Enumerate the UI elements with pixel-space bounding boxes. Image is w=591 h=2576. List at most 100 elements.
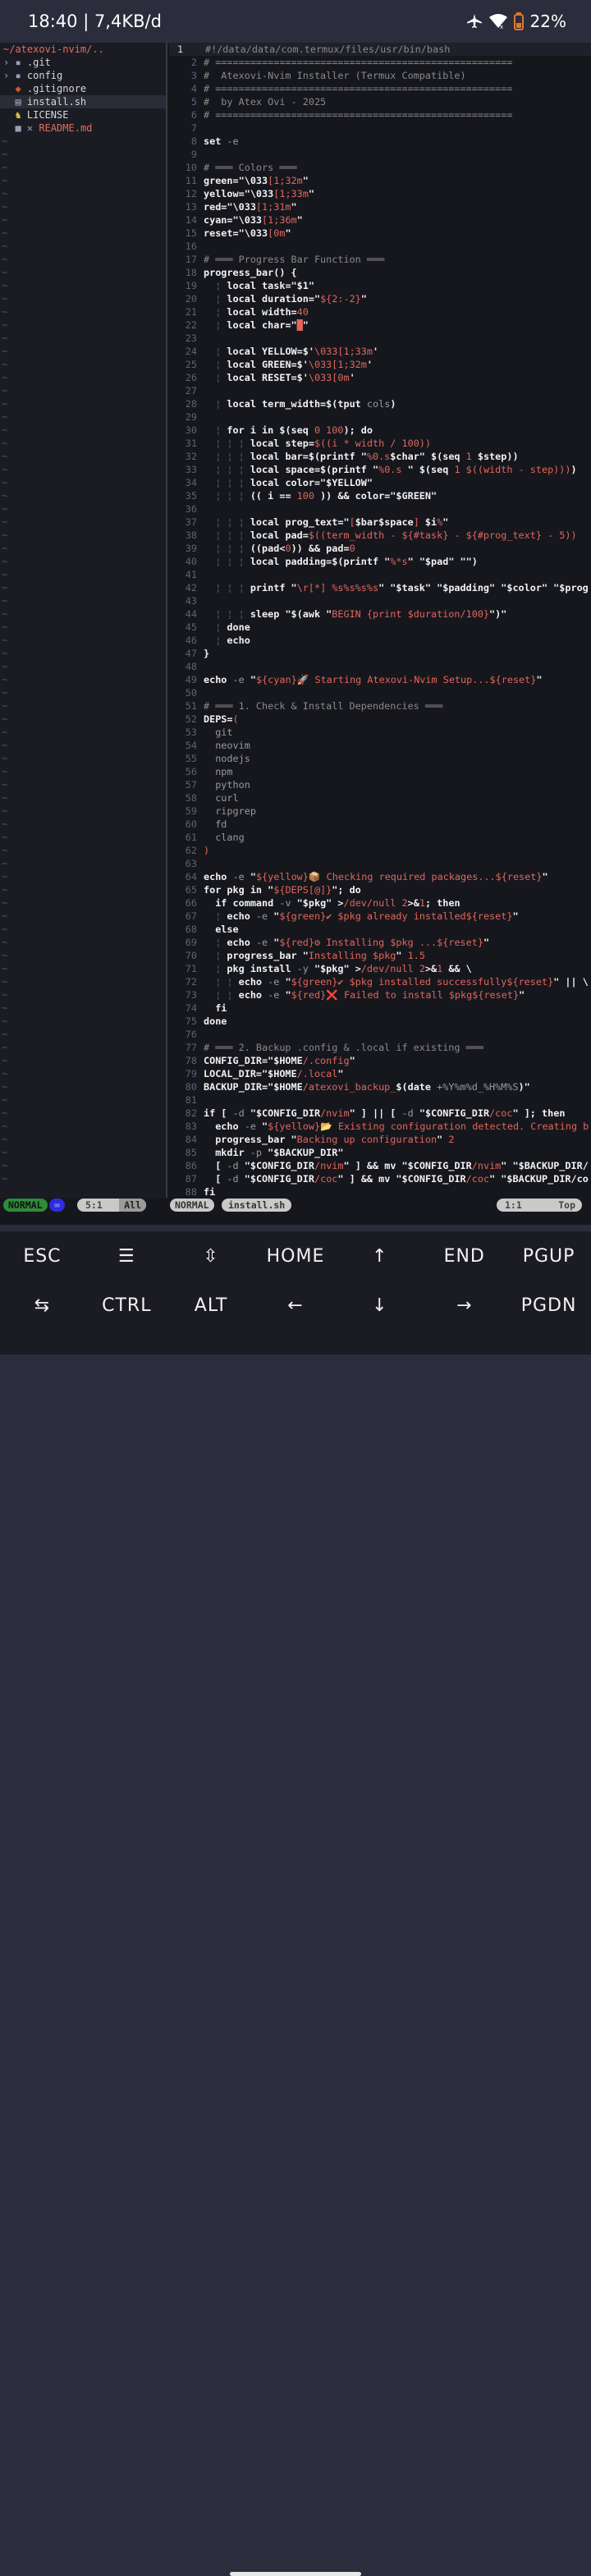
- code-line[interactable]: 28 ¦ local term_width=$(tput cols): [169, 397, 591, 410]
- code-line[interactable]: 20 ¦ local duration="${2:-2}": [169, 292, 591, 305]
- code-line[interactable]: 43: [169, 594, 591, 607]
- tree-item[interactable]: ♞ LICENSE: [0, 108, 166, 121]
- code-line[interactable]: 77 # ═══ 2. Backup .config & .local if ex…: [169, 1041, 591, 1054]
- code-line[interactable]: 75 done: [169, 1015, 591, 1028]
- code-line[interactable]: 12 yellow="\033[1;33m": [169, 187, 591, 200]
- code-line[interactable]: 70 ¦ progress_bar "Installing $pkg" 1.5: [169, 949, 591, 962]
- code-line[interactable]: 36: [169, 502, 591, 516]
- code-line[interactable]: 74 fi: [169, 1002, 591, 1015]
- code-line[interactable]: 78 CONFIG_DIR="$HOME/.config": [169, 1054, 591, 1067]
- code-line[interactable]: 3 # Atexovi-Nvim Installer (Termux Compat…: [169, 69, 591, 82]
- code-line[interactable]: 46 ¦ echo: [169, 634, 591, 647]
- key-pgup[interactable]: PGUP: [506, 1246, 591, 1267]
- code-line[interactable]: 84 progress_bar "Backing up configuratio…: [169, 1133, 591, 1146]
- key-alt[interactable]: ALT: [169, 1295, 254, 1316]
- code-line[interactable]: 55 nodejs: [169, 752, 591, 765]
- code-line[interactable]: 54 neovim: [169, 739, 591, 752]
- code-line[interactable]: 41: [169, 568, 591, 581]
- code-line[interactable]: 4 # =====================================…: [169, 82, 591, 95]
- code-line[interactable]: 63: [169, 857, 591, 870]
- code-line[interactable]: 61 clang: [169, 831, 591, 844]
- tree-root-path[interactable]: ~/atexovi-nvim/..: [0, 43, 166, 56]
- code-line[interactable]: 26 ¦ local RESET=$'\033[0m': [169, 371, 591, 384]
- code-line[interactable]: 44 ¦ ¦ ¦ sleep "$(awk "BEGIN {print $dur…: [169, 607, 591, 621]
- code-line[interactable]: 2 # =====================================…: [169, 56, 591, 69]
- code-line[interactable]: 19 ¦ local task="$1": [169, 279, 591, 292]
- code-line[interactable]: 49 echo -e "${cyan}🚀 Starting Atexovi-Nvi…: [169, 673, 591, 686]
- code-line[interactable]: 11 green="\033[1;32m": [169, 174, 591, 187]
- key-symbol-1[interactable]: ☰: [85, 1246, 169, 1267]
- termux-terminal[interactable]: ~/atexovi-nvim/.. › ▪ .git › ▪ config ◆ .…: [0, 43, 591, 1225]
- code-line[interactable]: 48: [169, 660, 591, 673]
- code-line[interactable]: 37 ¦ ¦ ¦ local prog_text="[$bar$space] $…: [169, 516, 591, 529]
- key-end[interactable]: END: [422, 1246, 506, 1267]
- code-line[interactable]: 27: [169, 384, 591, 397]
- code-line[interactable]: 51 # ═══ 1. Check & Install Dependencies …: [169, 699, 591, 713]
- code-line[interactable]: 16: [169, 240, 591, 253]
- code-line[interactable]: 71 ¦ pkg install -y "$pkg" >/dev/null 2>…: [169, 962, 591, 975]
- code-line[interactable]: 66 if command -v "$pkg" >/dev/null 2>&1;…: [169, 896, 591, 910]
- key-symbol-5[interactable]: →: [422, 1295, 506, 1316]
- key-ctrl[interactable]: CTRL: [85, 1295, 169, 1316]
- code-line[interactable]: 64 echo -e "${yellow}📦 Checking required …: [169, 870, 591, 883]
- code-line[interactable]: 32 ¦ ¦ ¦ local bar=$(printf "%0.s$char" …: [169, 450, 591, 463]
- code-line[interactable]: 73 ¦ ¦ echo -e "${red}❌ Failed to instal…: [169, 988, 591, 1002]
- code-line[interactable]: 65 for pkg in "${DEPS[@]}"; do: [169, 883, 591, 896]
- code-line[interactable]: 62): [169, 844, 591, 857]
- code-line[interactable]: 83 echo -e "${yellow}📂 Existing configur…: [169, 1120, 591, 1133]
- key-symbol-2[interactable]: ⇳: [169, 1246, 254, 1267]
- code-line[interactable]: 10 # ═══ Colors ═══: [169, 161, 591, 174]
- key-pgdn[interactable]: PGDN: [506, 1295, 591, 1316]
- code-line[interactable]: 53 git: [169, 726, 591, 739]
- code-line[interactable]: 21 ¦ local width=40: [169, 305, 591, 319]
- code-line[interactable]: 24 ¦ local YELLOW=$'\033[1;33m': [169, 345, 591, 358]
- code-line[interactable]: 13 red="\033[1;31m": [169, 200, 591, 213]
- code-line[interactable]: 18 progress_bar() {: [169, 266, 591, 279]
- code-line[interactable]: 17 # ═══ Progress Bar Function ═══: [169, 253, 591, 266]
- tree-item[interactable]: ▤ install.sh: [0, 95, 166, 108]
- code-line[interactable]: 7: [169, 121, 591, 135]
- code-line[interactable]: 87 [ -d "$CONFIG_DIR/coc" ] && mv "$CONF…: [169, 1172, 591, 1185]
- code-line[interactable]: 56 npm: [169, 765, 591, 778]
- code-line[interactable]: 45 ¦ done: [169, 621, 591, 634]
- code-line[interactable]: 86 [ -d "$CONFIG_DIR/nvim" ] && mv "$CON…: [169, 1159, 591, 1172]
- code-line[interactable]: 34 ¦ ¦ ¦ local color="$YELLOW": [169, 476, 591, 489]
- code-line[interactable]: 59 ripgrep: [169, 804, 591, 818]
- code-line[interactable]: 31 ¦ ¦ ¦ local step=$((i * width / 100)): [169, 437, 591, 450]
- code-line[interactable]: 25 ¦ local GREEN=$'\033[1;32m': [169, 358, 591, 371]
- tree-item[interactable]: ◆ .gitignore: [0, 82, 166, 95]
- code-editor-pane[interactable]: 1 #!/data/data/com.termux/files/usr/bin/b…: [169, 43, 591, 1198]
- code-line[interactable]: 58 curl: [169, 791, 591, 804]
- code-line[interactable]: 42 ¦ ¦ ¦ printf "\r[*] %s%s%s%s" "$task"…: [169, 581, 591, 594]
- code-line[interactable]: 30 ¦ for i in $(seq 0 100); do: [169, 424, 591, 437]
- code-line[interactable]: 68 else: [169, 923, 591, 936]
- code-line[interactable]: 67 ¦ echo -e "${green}✔ $pkg already ins…: [169, 910, 591, 923]
- key-symbol-0[interactable]: ⇆: [0, 1295, 85, 1316]
- code-line[interactable]: 52 DEPS=(: [169, 713, 591, 726]
- code-line[interactable]: 38 ¦ ¦ ¦ local pad=$((term_width - ${#ta…: [169, 529, 591, 542]
- code-line[interactable]: 81: [169, 1093, 591, 1107]
- code-line[interactable]: 15 reset="\033[0m": [169, 227, 591, 240]
- code-line[interactable]: 72 ¦ ¦ echo -e "${green}✔ $pkg installed…: [169, 975, 591, 988]
- code-line[interactable]: 82 if [ -d "$CONFIG_DIR/nvim" ] || [ -d "…: [169, 1107, 591, 1120]
- code-line[interactable]: 1 #!/data/data/com.termux/files/usr/bin/b…: [169, 43, 591, 56]
- code-line[interactable]: 6 # =====================================…: [169, 108, 591, 121]
- code-line[interactable]: 39 ¦ ¦ ¦ ((pad<0)) && pad=0: [169, 542, 591, 555]
- code-line[interactable]: 85 mkdir -p "$BACKUP_DIR": [169, 1146, 591, 1159]
- code-line[interactable]: 23: [169, 332, 591, 345]
- code-line[interactable]: 8 set -e: [169, 135, 591, 148]
- gesture-home-bar[interactable]: [230, 2572, 361, 2576]
- tree-item[interactable]: › ▪ config: [0, 69, 166, 82]
- code-line[interactable]: 88 fi: [169, 1185, 591, 1198]
- code-line[interactable]: 50: [169, 686, 591, 699]
- code-line[interactable]: 33 ¦ ¦ ¦ local space=$(printf "%0.s " $(…: [169, 463, 591, 476]
- key-symbol-3[interactable]: ←: [254, 1295, 338, 1316]
- code-line[interactable]: 57 python: [169, 778, 591, 791]
- key-esc[interactable]: ESC: [0, 1246, 85, 1267]
- code-line[interactable]: 29: [169, 410, 591, 424]
- code-line[interactable]: 47}: [169, 647, 591, 660]
- code-line[interactable]: 22 ¦ local char="█": [169, 319, 591, 332]
- tree-item[interactable]: › ▪ .git: [0, 56, 166, 69]
- key-symbol-4[interactable]: ↓: [337, 1295, 422, 1316]
- code-line[interactable]: 76: [169, 1028, 591, 1041]
